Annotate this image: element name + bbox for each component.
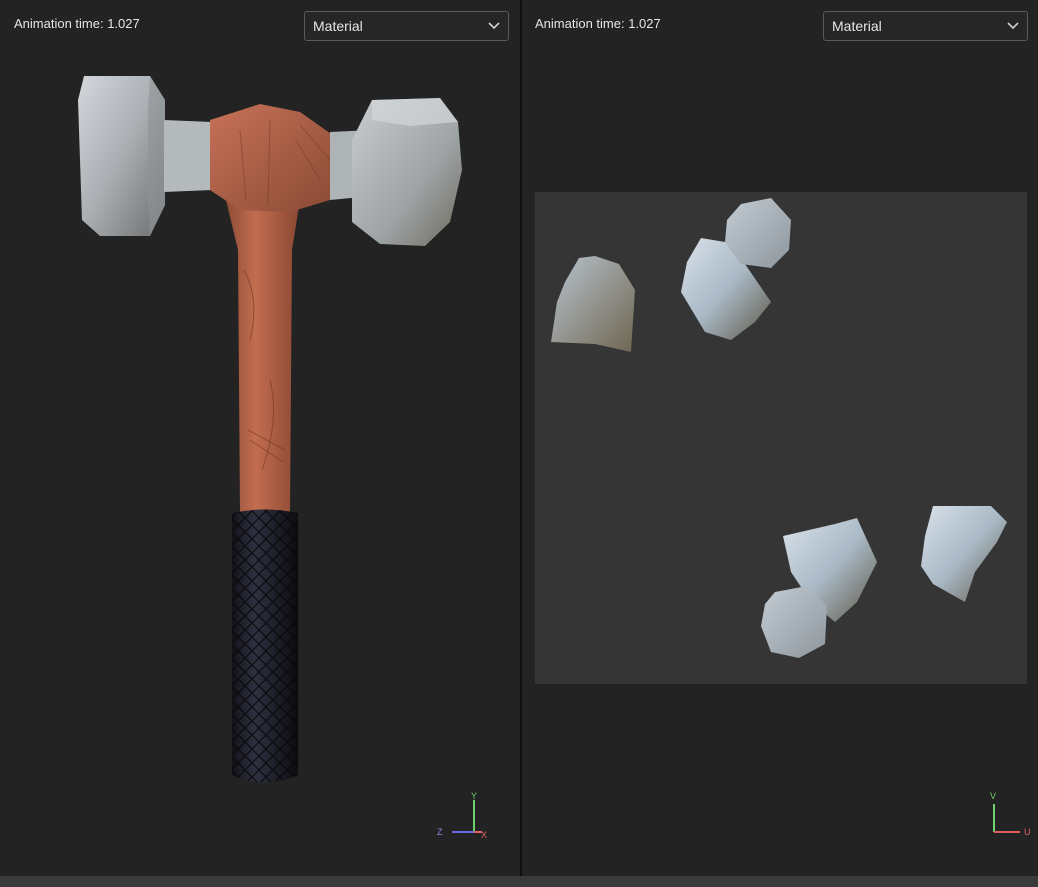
uv-island bbox=[551, 256, 635, 352]
view-mode-value: Material bbox=[832, 18, 882, 34]
axis-y-label: Y bbox=[471, 791, 477, 801]
axis-z-label: Z bbox=[437, 827, 443, 837]
view-mode-dropdown[interactable]: Material bbox=[823, 11, 1028, 41]
axis-x-label: X bbox=[481, 830, 487, 840]
uv-island bbox=[921, 506, 1007, 602]
hammer-model[interactable] bbox=[0, 0, 520, 876]
axis-u-label: U bbox=[1024, 827, 1031, 837]
chevron-down-icon bbox=[1007, 22, 1019, 30]
axis-v-label: V bbox=[990, 791, 996, 801]
viewport-3d[interactable]: Animation time: 1.027 Material Y Z X bbox=[0, 0, 520, 876]
uv-islands bbox=[551, 198, 1007, 658]
uv-texture-canvas[interactable] bbox=[535, 192, 1027, 684]
uv-island bbox=[761, 586, 827, 658]
animation-time-label: Animation time: 1.027 bbox=[535, 16, 661, 31]
axis-gizmo-icon: Y Z X bbox=[437, 791, 487, 840]
viewport-uv[interactable]: Animation time: 1.027 Material V U bbox=[522, 0, 1038, 876]
bottom-status-bar bbox=[0, 876, 1038, 887]
axis-gizmo-icon: V U bbox=[990, 791, 1031, 837]
